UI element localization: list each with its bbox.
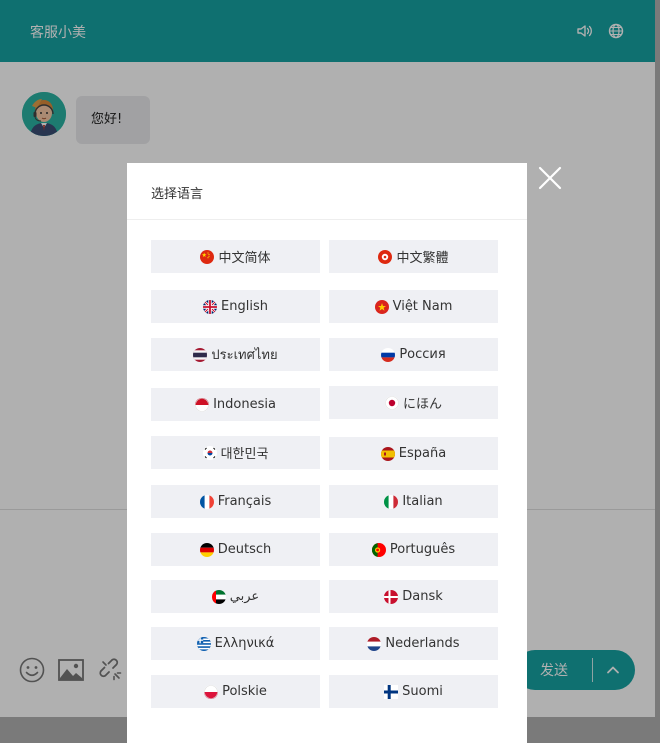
dialog-title: 选择语言 — [151, 187, 204, 202]
korea-flag-icon — [202, 445, 217, 460]
language-label: Nederlands — [385, 636, 460, 651]
language-option-ko[interactable]: 대한민국 — [151, 436, 320, 469]
close-icon[interactable] — [536, 164, 564, 192]
dialog-divider — [127, 219, 527, 220]
language-label: Россия — [399, 347, 446, 362]
language-option-en[interactable]: English — [151, 290, 320, 323]
language-label: Français — [217, 494, 272, 509]
indonesia-flag-icon — [195, 397, 210, 412]
language-option-vi[interactable]: Việt Nam — [329, 290, 498, 323]
language-label: Indonesia — [213, 397, 276, 412]
thailand-flag-icon — [193, 347, 208, 362]
language-dialog: 选择语言 中文简体 中文繁體 English Việt Nam ประเทศไท… — [127, 163, 527, 743]
language-label: 대한민국 — [220, 447, 269, 462]
language-label: にほん — [402, 397, 442, 412]
language-option-pt[interactable]: Português — [329, 533, 498, 566]
language-label: Suomi — [402, 684, 443, 699]
germany-flag-icon — [199, 542, 214, 557]
netherlands-flag-icon — [367, 636, 382, 651]
language-option-ar[interactable]: عربي — [151, 580, 320, 613]
language-option-ru[interactable]: Россия — [329, 338, 498, 371]
denmark-flag-icon — [384, 589, 399, 604]
language-label: Việt Nam — [392, 299, 453, 314]
poland-flag-icon — [204, 684, 219, 699]
language-option-de[interactable]: Deutsch — [151, 533, 320, 566]
language-label: عربي — [229, 589, 260, 604]
language-option-fi[interactable]: Suomi — [329, 675, 498, 708]
language-label: Dansk — [402, 589, 443, 604]
language-option-pl[interactable]: Polskie — [151, 675, 320, 708]
language-label: ประเทศไทย — [211, 348, 278, 363]
portugal-flag-icon — [371, 542, 386, 557]
uae-flag-icon — [211, 589, 226, 604]
language-option-zh-hans[interactable]: 中文简体 — [151, 240, 320, 273]
language-option-th[interactable]: ประเทศไทย — [151, 338, 320, 371]
china-flag-icon — [200, 249, 215, 264]
language-label: Deutsch — [217, 542, 272, 557]
language-label: 中文简体 — [218, 251, 271, 266]
language-label: English — [221, 299, 268, 314]
language-option-da[interactable]: Dansk — [329, 580, 498, 613]
language-option-fr[interactable]: Français — [151, 485, 320, 518]
greece-flag-icon — [196, 636, 211, 651]
language-label: Italian — [402, 494, 443, 509]
uk-flag-icon — [203, 299, 218, 314]
language-label: Polskie — [222, 684, 267, 699]
language-option-it[interactable]: Italian — [329, 485, 498, 518]
hong-kong-flag-icon — [378, 249, 393, 264]
language-option-nl[interactable]: Nederlands — [329, 627, 498, 660]
russia-flag-icon — [381, 347, 396, 362]
japan-flag-icon — [384, 395, 399, 410]
language-label: Ελληνικά — [214, 636, 275, 651]
language-option-el[interactable]: Ελληνικά — [151, 627, 320, 660]
france-flag-icon — [199, 494, 214, 509]
vietnam-flag-icon — [374, 299, 389, 314]
finland-flag-icon — [384, 684, 399, 699]
spain-flag-icon — [380, 446, 395, 461]
language-label: 中文繁體 — [396, 251, 449, 266]
language-label: España — [398, 446, 447, 461]
language-option-zh-hant[interactable]: 中文繁體 — [329, 240, 498, 273]
italy-flag-icon — [384, 494, 399, 509]
language-option-id[interactable]: Indonesia — [151, 388, 320, 421]
language-option-ja[interactable]: にほん — [329, 386, 498, 419]
language-option-es[interactable]: España — [329, 437, 498, 470]
language-label: Português — [389, 542, 456, 557]
